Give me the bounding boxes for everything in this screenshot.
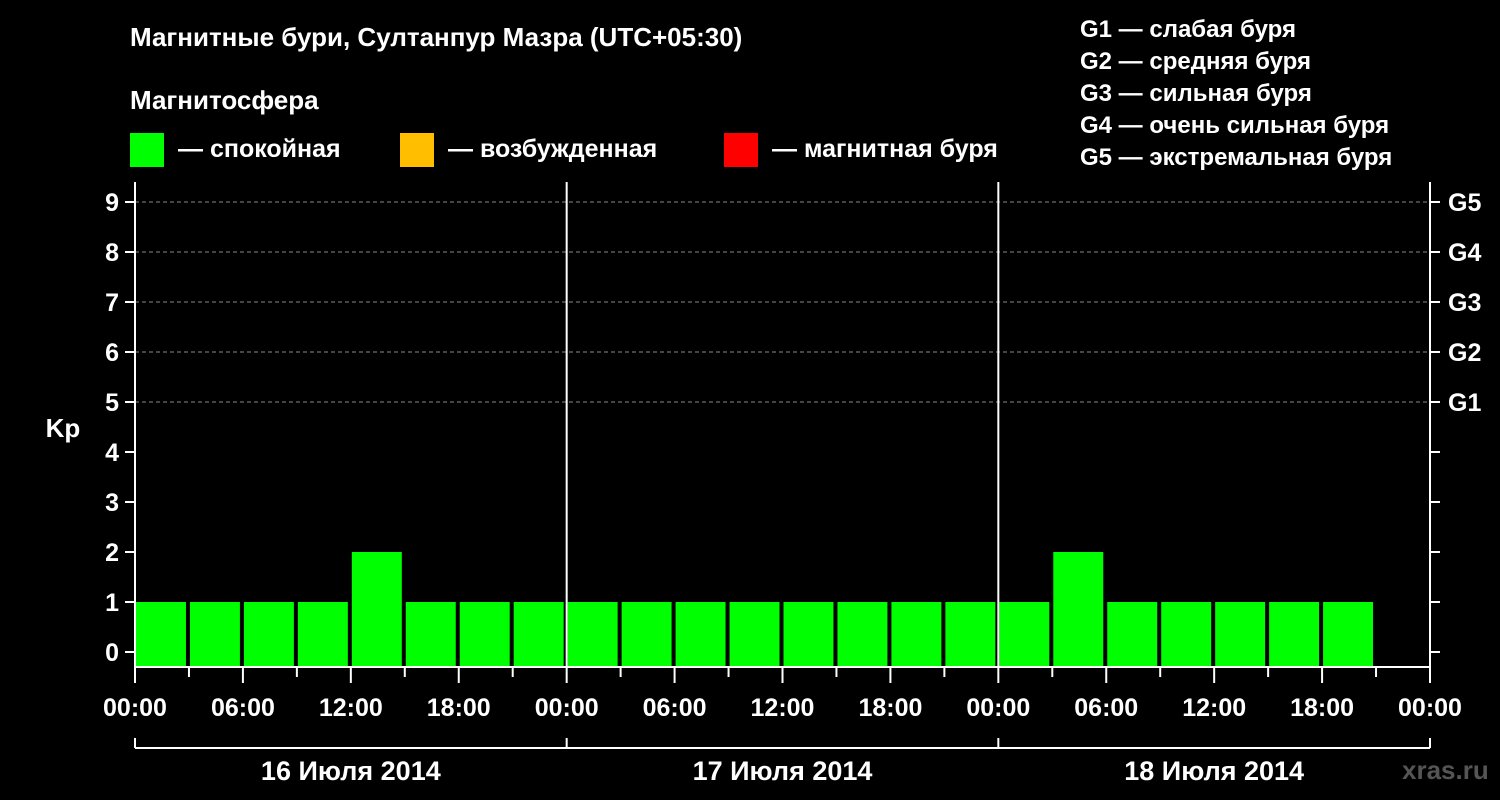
kp-chart: 0 1 2 3 4 5 6 7 8 9 G1 G2 G3 G4 G5 Kp 00:00 06:00 12:00 18:…	[46, 182, 1481, 786]
y-tick-label: 2	[105, 539, 119, 567]
x-tick-label: 12:00	[319, 694, 383, 722]
kp-bar	[675, 602, 726, 667]
kp-bar	[729, 602, 780, 667]
g-axis-label: G3	[1448, 289, 1481, 317]
kp-bar	[1215, 602, 1266, 667]
kp-bar	[1161, 602, 1212, 667]
x-tick-label: 06:00	[1074, 694, 1138, 722]
kp-bar	[351, 552, 402, 667]
x-tick-label: 12:00	[751, 694, 815, 722]
kp-bar	[1323, 602, 1374, 667]
y-tick-label: 9	[105, 189, 119, 217]
kp-bar	[513, 602, 564, 667]
watermark: xras.ru	[1402, 755, 1489, 785]
x-tick-label: 18:00	[427, 694, 491, 722]
y-tick-label: 7	[105, 289, 119, 317]
kp-bar	[405, 602, 456, 667]
kp-bar	[189, 602, 240, 667]
kp-bar	[1107, 602, 1158, 667]
kp-bar	[783, 602, 834, 667]
y-tick-label: 6	[105, 339, 119, 367]
x-tick-label: 18:00	[1290, 694, 1354, 722]
kp-bar	[1269, 602, 1320, 667]
y-tick-label: 3	[105, 489, 119, 517]
y-tick-label: 1	[105, 589, 119, 617]
kp-bar	[999, 602, 1050, 667]
y-tick-label: 8	[105, 239, 119, 267]
kp-bar	[567, 602, 618, 667]
x-tick-label: 00:00	[103, 694, 167, 722]
kp-bar	[1053, 552, 1104, 667]
kp-bar	[837, 602, 888, 667]
x-tick-label: 18:00	[858, 694, 922, 722]
kp-bar	[459, 602, 510, 667]
x-tick-label: 12:00	[1182, 694, 1246, 722]
x-tick-label: 00:00	[1398, 694, 1462, 722]
x-tick-label: 06:00	[643, 694, 707, 722]
day-label: 16 Июля 2014	[261, 756, 441, 786]
x-tick-label: 06:00	[211, 694, 275, 722]
x-tick-label: 00:00	[535, 694, 599, 722]
y-tick-label: 5	[105, 389, 119, 417]
y-axis-title: Kp	[46, 413, 81, 443]
day-label: 18 Июля 2014	[1124, 756, 1304, 786]
kp-bar	[891, 602, 942, 667]
y-tick-label: 0	[105, 639, 119, 667]
g-axis-label: G4	[1448, 239, 1481, 267]
day-label: 17 Июля 2014	[693, 756, 873, 786]
kp-bar	[297, 602, 348, 667]
g-axis-label: G1	[1448, 389, 1481, 417]
g-axis-label: G2	[1448, 339, 1481, 367]
kp-bar	[621, 602, 672, 667]
x-tick-label: 00:00	[966, 694, 1030, 722]
kp-bar	[945, 602, 996, 667]
y-tick-label: 4	[105, 439, 119, 467]
kp-bar	[136, 602, 186, 667]
kp-bar	[243, 602, 294, 667]
g-axis-label: G5	[1448, 189, 1481, 217]
